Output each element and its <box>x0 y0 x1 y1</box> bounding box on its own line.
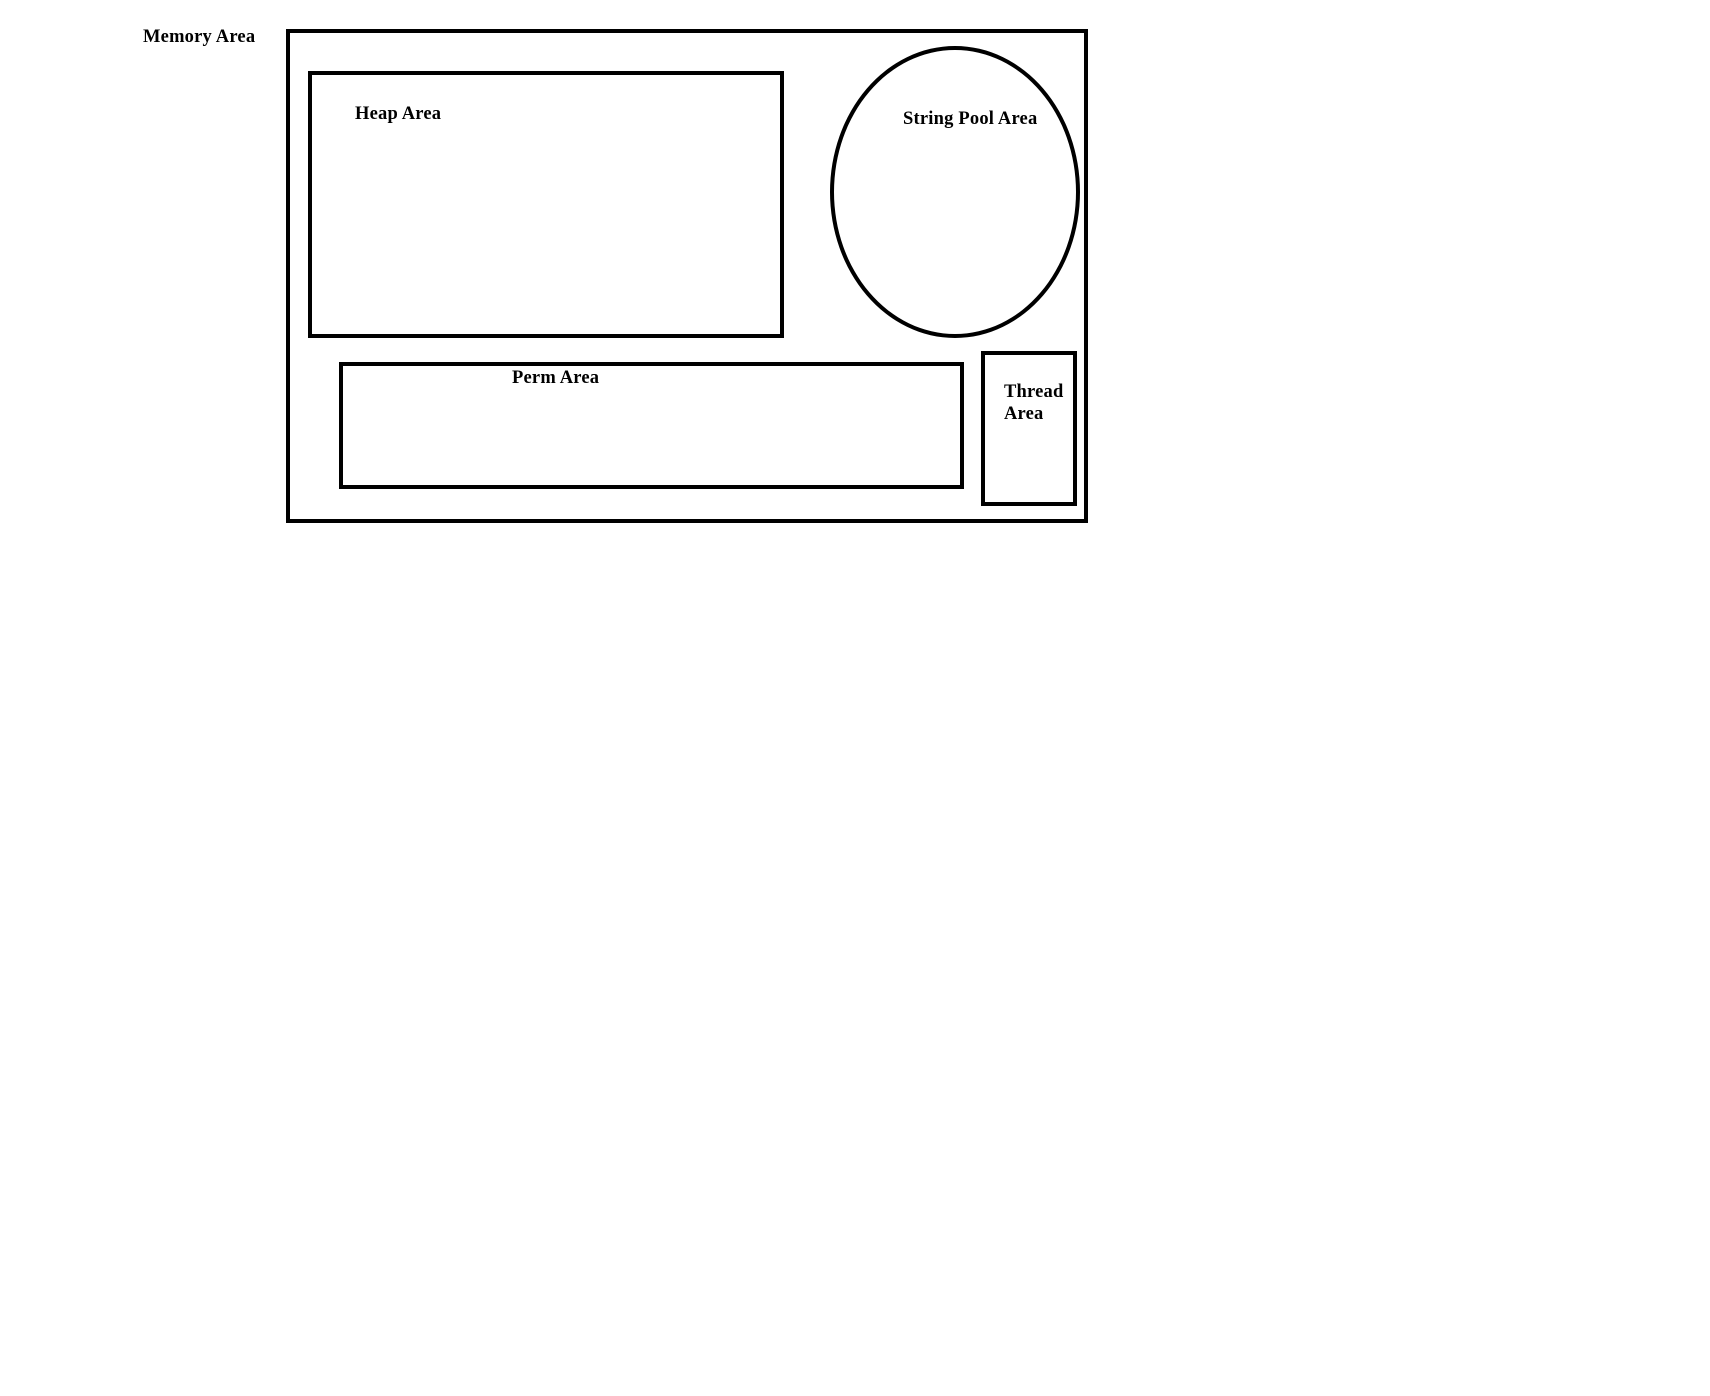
thread-area-label-line1: Thread <box>1004 382 1064 402</box>
diagram-canvas: Memory Area Heap Area String Pool Area P… <box>0 0 1710 1396</box>
perm-area-box <box>339 362 964 489</box>
heap-area-label: Heap Area <box>355 104 442 124</box>
memory-area-label: Memory Area <box>143 27 256 47</box>
perm-area-label: Perm Area <box>512 368 600 388</box>
string-pool-ellipse <box>830 46 1080 338</box>
thread-area-box <box>981 351 1077 506</box>
thread-area-label-line2: Area <box>1004 404 1044 424</box>
string-pool-area-label: String Pool Area <box>903 109 1038 129</box>
